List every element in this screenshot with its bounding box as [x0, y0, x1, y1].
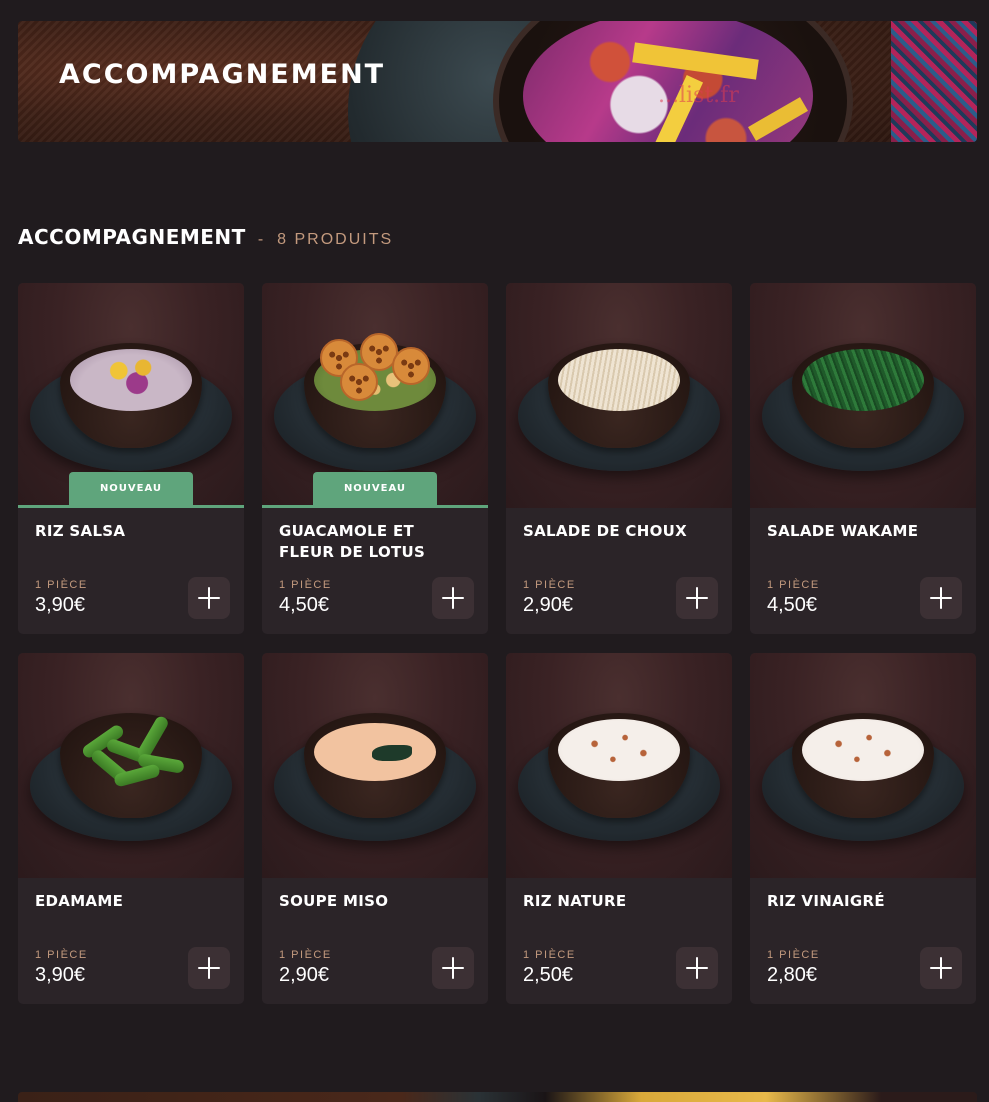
section-header: ACCOMPAGNEMENT - 8 PRODUITS — [18, 225, 393, 249]
product-image[interactable] — [750, 283, 976, 508]
next-category-banner — [18, 1092, 977, 1102]
product-price: 2,80€ — [767, 964, 818, 986]
new-badge: NOUVEAU — [69, 472, 193, 505]
product-unit: 1 PIÈCE — [767, 949, 820, 961]
product-image[interactable]: NOUVEAU — [18, 283, 244, 508]
product-name[interactable]: RIZ SALSA — [35, 521, 230, 542]
product-card[interactable]: SALADE DE CHOUX 1 PIÈCE 2,90€ — [506, 283, 732, 634]
add-to-cart-button[interactable] — [676, 577, 718, 619]
product-card[interactable]: EDAMAME 1 PIÈCE 3,90€ — [18, 653, 244, 1004]
product-unit: 1 PIÈCE — [35, 949, 88, 961]
product-name[interactable]: SALADE WAKAME — [767, 521, 962, 542]
product-card[interactable]: SALADE WAKAME 1 PIÈCE 4,50€ — [750, 283, 976, 634]
lotus-chip — [340, 363, 378, 401]
food-salade-choux — [558, 349, 680, 411]
product-card[interactable]: RIZ NATURE 1 PIÈCE 2,50€ — [506, 653, 732, 1004]
product-price: 4,50€ — [279, 594, 330, 616]
plus-icon — [198, 957, 220, 979]
product-image[interactable] — [506, 283, 732, 508]
product-name[interactable]: RIZ NATURE — [523, 891, 718, 912]
banner-watermark: ...list.fr — [658, 83, 739, 108]
food-salade-wakame — [802, 349, 924, 411]
plus-icon — [930, 957, 952, 979]
product-unit: 1 PIÈCE — [523, 579, 576, 591]
product-unit: 1 PIÈCE — [279, 579, 332, 591]
plus-icon — [686, 957, 708, 979]
add-to-cart-button[interactable] — [188, 947, 230, 989]
add-to-cart-button[interactable] — [920, 947, 962, 989]
product-card[interactable]: SOUPE MISO 1 PIÈCE 2,90€ — [262, 653, 488, 1004]
plus-icon — [686, 587, 708, 609]
product-price: 3,90€ — [35, 964, 86, 986]
add-to-cart-button[interactable] — [432, 577, 474, 619]
product-image[interactable] — [18, 653, 244, 878]
add-to-cart-button[interactable] — [676, 947, 718, 989]
section-title: ACCOMPAGNEMENT — [18, 225, 246, 249]
product-name[interactable]: EDAMAME — [35, 891, 230, 912]
product-price: 2,90€ — [523, 594, 574, 616]
lotus-chip — [392, 347, 430, 385]
product-name[interactable]: SALADE DE CHOUX — [523, 521, 718, 542]
product-unit: 1 PIÈCE — [523, 949, 576, 961]
product-price: 3,90€ — [35, 594, 86, 616]
product-image[interactable] — [262, 653, 488, 878]
product-unit: 1 PIÈCE — [767, 579, 820, 591]
banner-cloth-image — [891, 21, 977, 142]
add-to-cart-button[interactable] — [920, 577, 962, 619]
product-price: 2,90€ — [279, 964, 330, 986]
food-riz-salsa — [70, 349, 192, 411]
add-to-cart-button[interactable] — [188, 577, 230, 619]
product-price: 2,50€ — [523, 964, 574, 986]
product-name[interactable]: GUACAMOLE ET FLEUR DE LOTUS — [279, 521, 474, 563]
category-banner: ...list.fr ACCOMPAGNEMENT — [18, 21, 977, 142]
new-badge: NOUVEAU — [313, 472, 437, 505]
product-card[interactable]: NOUVEAU RIZ SALSA 1 PIÈCE 3,90€ — [18, 283, 244, 634]
product-image[interactable] — [506, 653, 732, 878]
product-price: 4,50€ — [767, 594, 818, 616]
banner-title: ACCOMPAGNEMENT — [59, 59, 386, 90]
plus-icon — [442, 957, 464, 979]
product-count: 8 PRODUITS — [277, 231, 394, 248]
section-separator: - — [257, 231, 264, 248]
product-card[interactable]: RIZ VINAIGRÉ 1 PIÈCE 2,80€ — [750, 653, 976, 1004]
food-riz-vinaigre — [802, 719, 924, 781]
product-image[interactable]: NOUVEAU — [262, 283, 488, 508]
food-riz-nature — [558, 719, 680, 781]
product-name[interactable]: RIZ VINAIGRÉ — [767, 891, 962, 912]
product-name[interactable]: SOUPE MISO — [279, 891, 474, 912]
plus-icon — [442, 587, 464, 609]
product-card[interactable]: NOUVEAU GUACAMOLE ET FLEUR DE LOTUS 1 PI… — [262, 283, 488, 634]
product-unit: 1 PIÈCE — [279, 949, 332, 961]
plus-icon — [930, 587, 952, 609]
plus-icon — [198, 587, 220, 609]
product-unit: 1 PIÈCE — [35, 579, 88, 591]
product-grid: NOUVEAU RIZ SALSA 1 PIÈCE 3,90€ NOUVEAU … — [18, 283, 977, 1004]
product-image[interactable] — [750, 653, 976, 878]
seaweed — [372, 745, 412, 761]
add-to-cart-button[interactable] — [432, 947, 474, 989]
